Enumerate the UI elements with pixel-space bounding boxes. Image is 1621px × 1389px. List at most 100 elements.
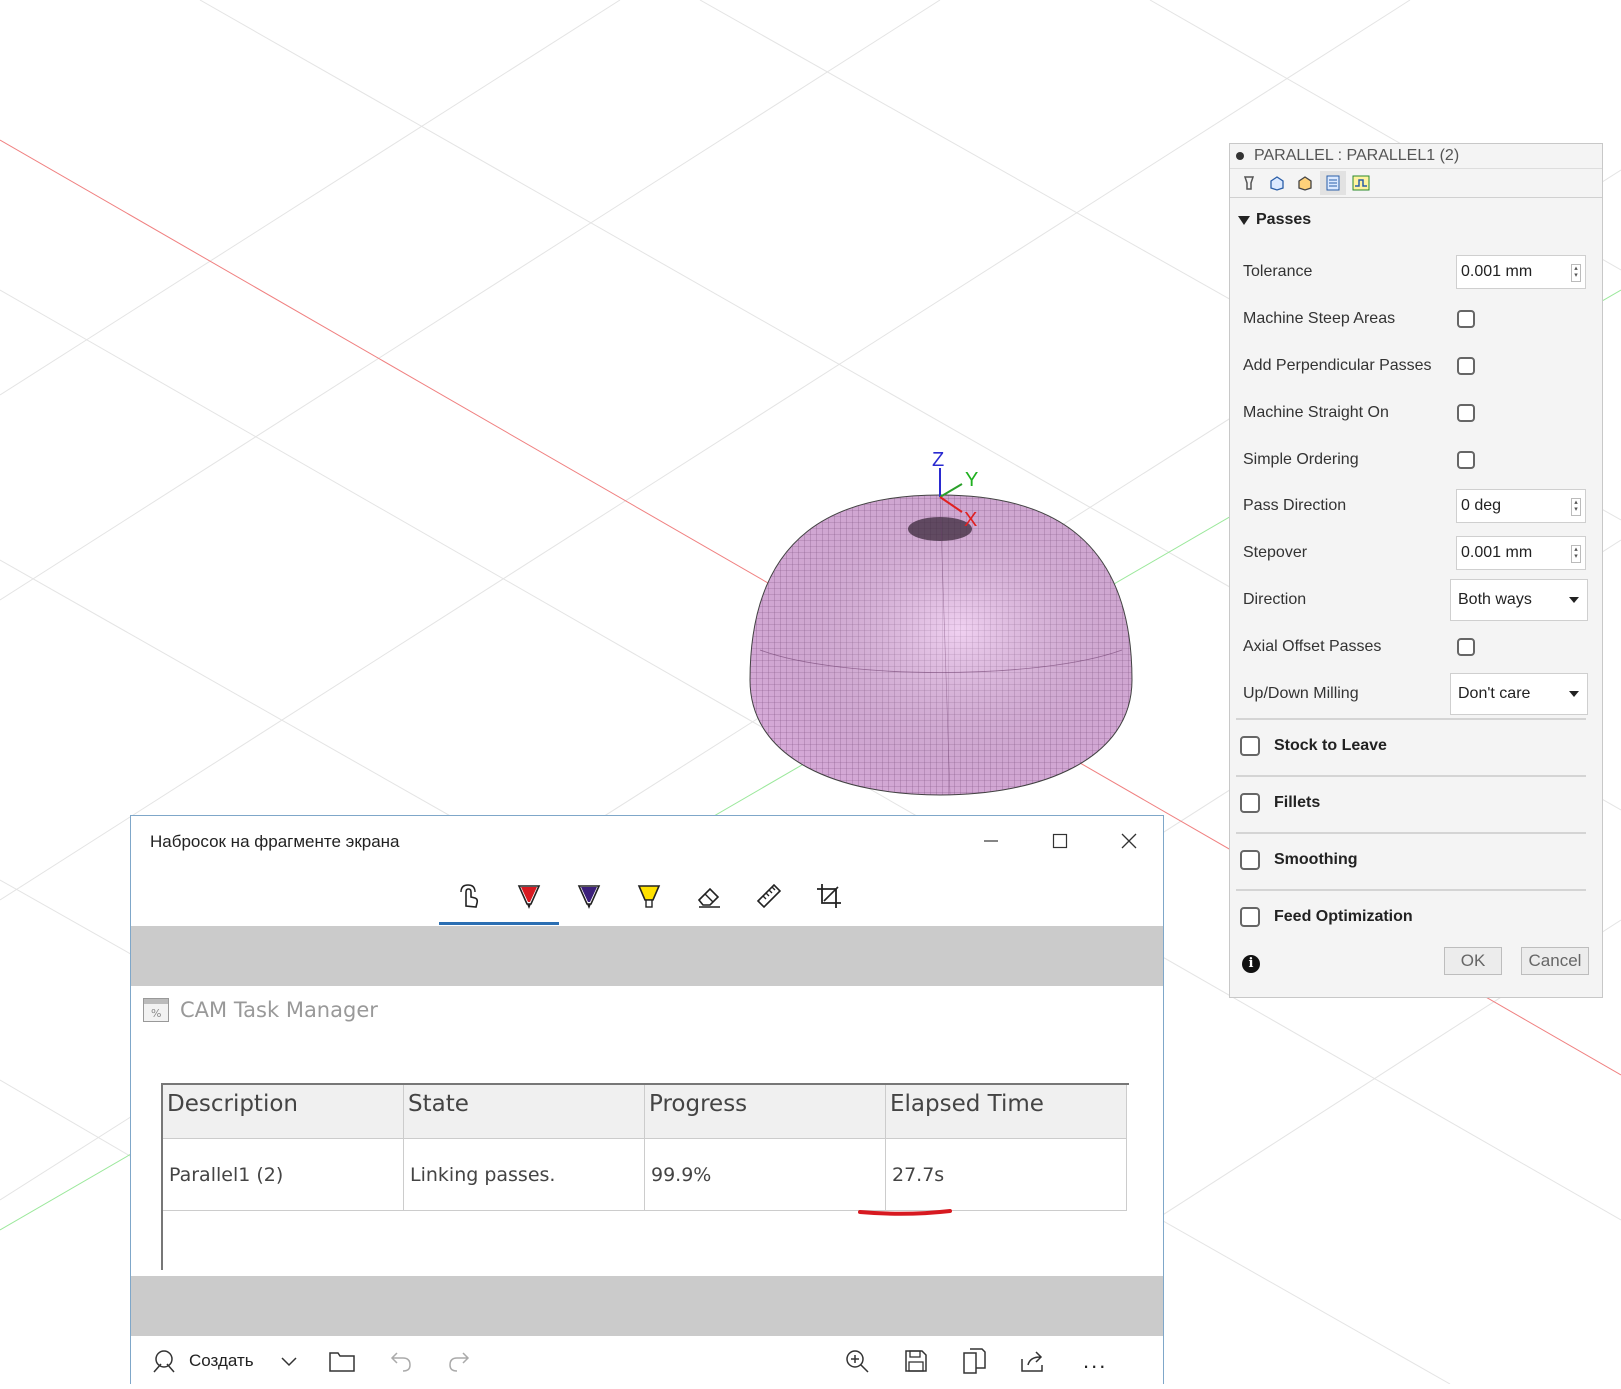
up-down-milling-label: Up/Down Milling — [1243, 685, 1359, 702]
zoom-button[interactable] — [844, 1344, 870, 1378]
new-snip-button[interactable]: Создать — [151, 1344, 254, 1378]
passes-section-title: Passes — [1256, 211, 1312, 228]
canvas-margin-bottom — [131, 1276, 1163, 1336]
caret-down-icon — [1238, 215, 1250, 225]
z-axis-label: Z — [932, 449, 944, 471]
geometry-icon[interactable] — [1264, 171, 1290, 195]
stepover-input[interactable]: 0.001 mm ▴ ▾ — [1456, 536, 1586, 570]
task-elapsed-time-cell: 27.7s — [886, 1139, 1127, 1211]
simple-ordering-row: Simple Ordering — [1230, 440, 1602, 480]
spin-arrows-icon[interactable]: ▴ ▾ — [1571, 264, 1581, 282]
touch-writing-icon[interactable] — [441, 876, 497, 916]
stepover-row: Stepover 0.001 mm ▴ ▾ — [1230, 533, 1602, 573]
pass-direction-row: Pass Direction 0 deg ▴ ▾ — [1230, 486, 1602, 526]
copy-button[interactable] — [962, 1344, 986, 1378]
simple-ordering-checkbox[interactable] — [1457, 451, 1475, 469]
fillets-checkbox[interactable] — [1240, 793, 1260, 813]
heights-icon[interactable] — [1292, 171, 1318, 195]
close-button[interactable] — [1095, 816, 1163, 866]
minimize-button[interactable] — [957, 816, 1025, 866]
machine-straight-on-label: Machine Straight On — [1243, 404, 1389, 421]
chevron-down-icon — [281, 1357, 297, 1367]
machine-straight-on-checkbox[interactable] — [1457, 404, 1475, 422]
stock-to-leave-group[interactable]: Stock to Leave — [1236, 718, 1586, 772]
simple-ordering-label: Simple Ordering — [1243, 451, 1359, 468]
cam-task-manager-icon: % — [143, 998, 169, 1022]
ok-button[interactable]: OK — [1444, 947, 1502, 975]
add-perpendicular-passes-label: Add Perpendicular Passes — [1243, 357, 1432, 374]
stock-to-leave-checkbox[interactable] — [1240, 736, 1260, 756]
eraser-icon[interactable] — [681, 876, 737, 916]
stepover-value: 0.001 mm — [1461, 544, 1533, 561]
cancel-button[interactable]: Cancel — [1521, 947, 1589, 975]
task-description-cell: Parallel1 (2) — [163, 1139, 404, 1211]
snip-sketch-window: Набросок на фрагменте экрана % CAM Task … — [130, 815, 1164, 1385]
share-icon — [1021, 1351, 1043, 1372]
machine-steep-areas-label: Machine Steep Areas — [1243, 310, 1396, 327]
annotation-toolbar — [131, 866, 1163, 926]
smoothing-label: Smoothing — [1274, 851, 1358, 868]
undo-icon — [390, 1352, 411, 1372]
passes-section-header[interactable]: Passes — [1230, 198, 1602, 242]
open-file-button[interactable] — [329, 1344, 355, 1378]
x-axis-label: X — [964, 509, 977, 531]
linking-icon[interactable] — [1348, 171, 1374, 195]
tolerance-label: Tolerance — [1243, 263, 1313, 280]
elapsed-time-column-header: Elapsed Time — [886, 1085, 1127, 1139]
bottom-toolbar: Создать ... — [131, 1336, 1163, 1385]
cam-task-manager-title: % CAM Task Manager — [143, 998, 378, 1022]
smoothing-checkbox[interactable] — [1240, 850, 1260, 870]
progress-column-header: Progress — [645, 1085, 886, 1139]
dropdown-arrow-icon — [1569, 597, 1579, 603]
new-snip-icon — [153, 1350, 175, 1373]
crop-icon[interactable] — [801, 876, 857, 916]
tool-icon[interactable] — [1236, 171, 1262, 195]
hemisphere-model[interactable] — [749, 494, 1133, 796]
red-underline-annotation — [858, 1209, 952, 1216]
highlighter-icon[interactable] — [621, 876, 677, 916]
axial-offset-passes-row: Axial Offset Passes — [1230, 627, 1602, 667]
machine-straight-on-row: Machine Straight On — [1230, 393, 1602, 433]
more-options-button[interactable]: ... — [1083, 1344, 1107, 1378]
window-title-bar[interactable]: Набросок на фрагменте экрана — [131, 816, 1163, 866]
new-snip-options-button[interactable] — [279, 1344, 299, 1378]
fillets-label: Fillets — [1274, 794, 1321, 811]
undo-button[interactable] — [389, 1344, 413, 1378]
redo-button[interactable] — [447, 1344, 471, 1378]
task-table: Description State Progress Elapsed Time … — [161, 1083, 1129, 1270]
zoom-in-icon — [846, 1350, 869, 1373]
panel-title-bar[interactable]: PARALLEL : PARALLEL1 (2) — [1230, 144, 1602, 168]
folder-icon — [329, 1352, 355, 1372]
axial-offset-passes-label: Axial Offset Passes — [1243, 638, 1382, 655]
spin-arrows-icon[interactable]: ▴ ▾ — [1571, 545, 1581, 563]
add-perpendicular-passes-checkbox[interactable] — [1457, 357, 1475, 375]
spin-arrows-icon[interactable]: ▴ ▾ — [1571, 498, 1581, 516]
info-icon[interactable]: i — [1242, 955, 1260, 973]
smoothing-group[interactable]: Smoothing — [1236, 832, 1586, 886]
maximize-button[interactable] — [1026, 816, 1094, 866]
ballpoint-pen-icon[interactable] — [501, 876, 557, 916]
pencil-icon[interactable] — [561, 876, 617, 916]
direction-row: Direction Both ways — [1230, 579, 1602, 621]
save-button[interactable] — [904, 1344, 928, 1378]
pass-direction-input[interactable]: 0 deg ▴ ▾ — [1456, 489, 1586, 523]
tolerance-row: Tolerance 0.001 mm ▴ ▾ — [1230, 252, 1602, 292]
axial-offset-passes-checkbox[interactable] — [1457, 638, 1475, 656]
stock-to-leave-label: Stock to Leave — [1274, 737, 1387, 754]
collapse-dot-icon[interactable] — [1236, 152, 1244, 160]
share-button[interactable] — [1020, 1344, 1046, 1378]
tolerance-input[interactable]: 0.001 mm ▴ ▾ — [1456, 255, 1586, 289]
cam-task-manager-label: CAM Task Manager — [180, 998, 378, 1022]
direction-select[interactable]: Both ways — [1450, 579, 1588, 621]
direction-value: Both ways — [1458, 591, 1532, 608]
feed-optimization-checkbox[interactable] — [1240, 907, 1260, 927]
ruler-icon[interactable] — [741, 876, 797, 916]
feed-optimization-group[interactable]: Feed Optimization — [1236, 889, 1586, 943]
passes-icon[interactable] — [1320, 171, 1346, 195]
fillets-group[interactable]: Fillets — [1236, 775, 1586, 829]
machine-steep-areas-checkbox[interactable] — [1457, 310, 1475, 328]
add-perpendicular-passes-row: Add Perpendicular Passes — [1230, 346, 1602, 386]
task-state-cell: Linking passes. — [404, 1139, 645, 1211]
up-down-milling-select[interactable]: Don't care — [1450, 673, 1588, 715]
up-down-milling-value: Don't care — [1458, 685, 1531, 702]
